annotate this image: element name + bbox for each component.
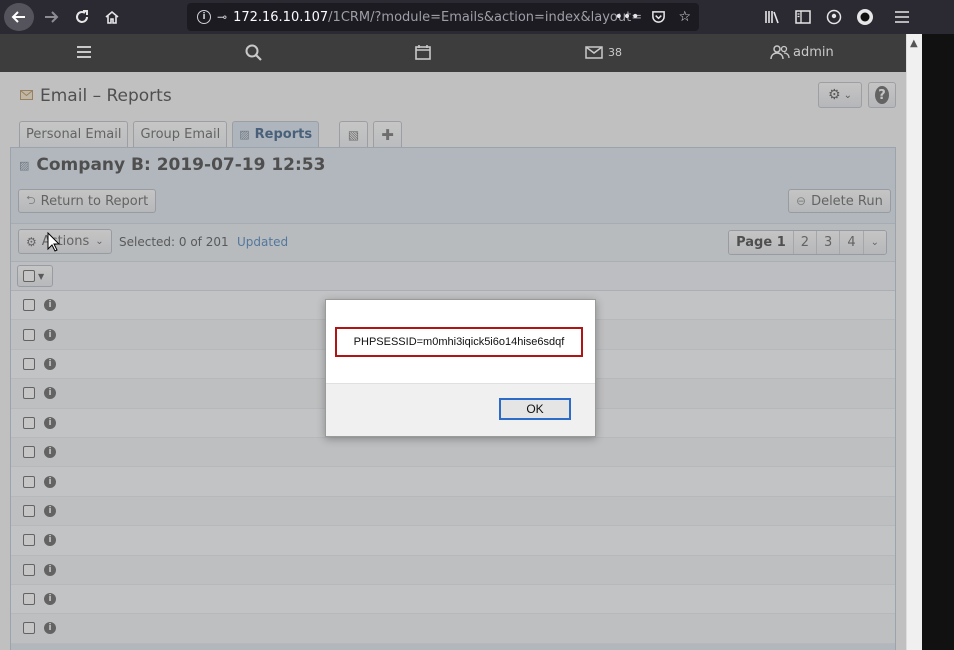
extension-icon[interactable] xyxy=(849,4,880,30)
calendar-icon[interactable] xyxy=(415,44,431,64)
info-icon[interactable]: i xyxy=(197,10,211,24)
alert-message: PHPSESSID=m0mhi3iqick5i6o14hise6sdqf xyxy=(335,327,583,357)
url-bar[interactable]: i ⊸ 172.16.10.107 /1CRM/?module=Emails&a… xyxy=(187,3,699,31)
url-host: 172.16.10.107 xyxy=(233,9,329,25)
mail-count: 38 xyxy=(608,46,622,59)
alert-body: PHPSESSID=m0mhi3iqick5i6o14hise6sdqf xyxy=(326,300,595,383)
search-icon[interactable] xyxy=(245,44,262,65)
alert-footer: OK xyxy=(326,383,595,436)
more-icon[interactable]: ••• xyxy=(615,9,640,28)
url-path: /1CRM/?module=Emails&action=index&layout… xyxy=(328,9,643,25)
back-icon[interactable] xyxy=(4,3,34,31)
user-icon[interactable] xyxy=(770,44,790,64)
home-icon[interactable] xyxy=(99,4,125,30)
sidebar-icon[interactable] xyxy=(787,4,818,30)
mail-icon[interactable] xyxy=(585,44,603,63)
page-scrollbar[interactable]: ▲ xyxy=(906,34,922,650)
scroll-up-icon[interactable]: ▲ xyxy=(910,38,918,49)
alert-dialog: PHPSESSID=m0mhi3iqick5i6o14hise6sdqf OK xyxy=(325,299,596,437)
user-name[interactable]: admin xyxy=(793,45,834,60)
hamburger-menu-icon[interactable] xyxy=(76,44,92,63)
app-top-nav: 38 admin xyxy=(0,34,906,72)
menu-icon[interactable] xyxy=(886,4,917,30)
window-edge xyxy=(922,34,954,650)
ok-button[interactable]: OK xyxy=(499,398,571,420)
pocket-icon[interactable] xyxy=(651,9,666,28)
reload-icon[interactable] xyxy=(69,4,95,30)
account-icon[interactable] xyxy=(818,4,849,30)
star-icon[interactable]: ☆ xyxy=(678,9,691,28)
forward-icon[interactable] xyxy=(38,4,64,30)
key-icon[interactable]: ⊸ xyxy=(217,10,227,24)
browser-toolbar: i ⊸ 172.16.10.107 /1CRM/?module=Emails&a… xyxy=(0,0,954,34)
library-icon[interactable] xyxy=(756,4,787,30)
